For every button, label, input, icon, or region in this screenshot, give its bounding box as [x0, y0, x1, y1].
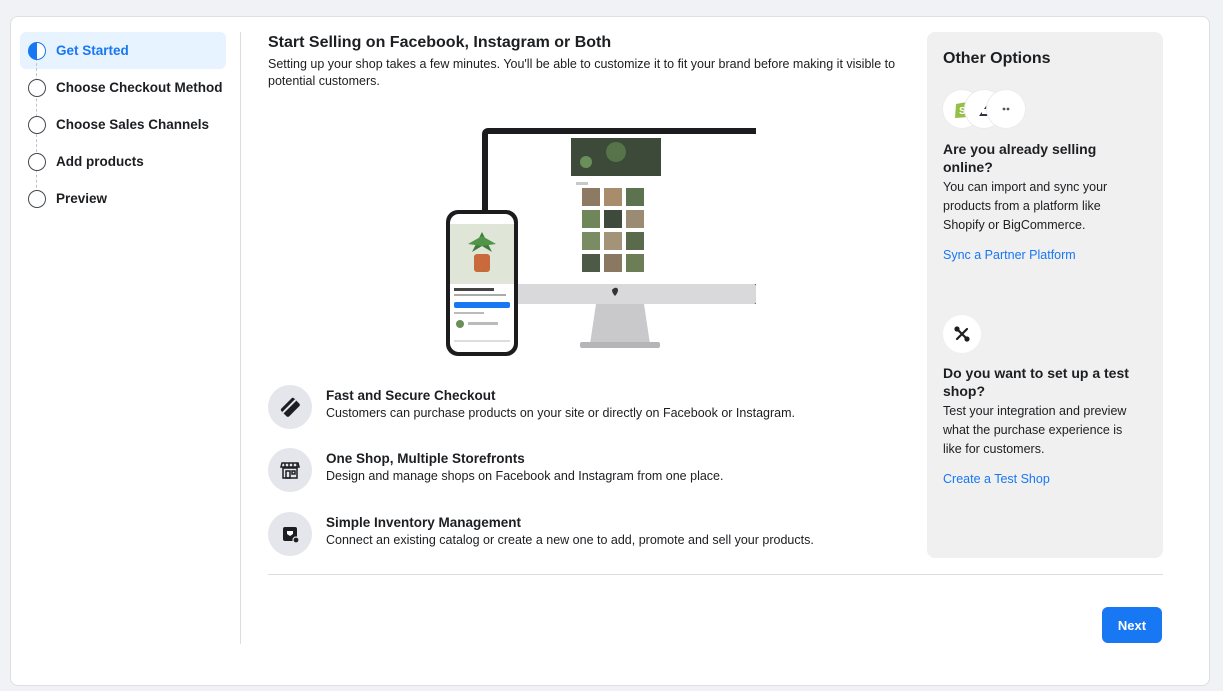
feature-description: Design and manage shops on Facebook and … — [326, 469, 724, 483]
feature-multiple-storefronts: One Shop, Multiple Storefronts Design an… — [268, 448, 918, 494]
step-choose-checkout-method[interactable]: Choose Checkout Method — [20, 69, 226, 106]
step-label: Choose Sales Channels — [56, 117, 210, 132]
sync-partner-platform-link[interactable]: Sync a Partner Platform — [943, 247, 1143, 264]
step-choose-sales-channels[interactable]: Choose Sales Channels — [20, 106, 226, 143]
feature-title: Simple Inventory Management — [326, 515, 522, 530]
create-test-shop-link[interactable]: Create a Test Shop — [943, 471, 1143, 488]
step-preview[interactable]: Preview — [20, 180, 226, 217]
footer-divider — [268, 574, 1163, 575]
tools-icon — [943, 315, 981, 353]
other-options-panel: Other Options S Are you already selling … — [927, 32, 1163, 558]
step-label: Add products — [56, 154, 144, 169]
feature-fast-checkout: Fast and Secure Checkout Customers can p… — [268, 385, 918, 431]
test-shop-description: Test your integration and preview what t… — [943, 404, 1127, 456]
step-label: Choose Checkout Method — [56, 80, 223, 95]
empty-circle-icon — [28, 115, 46, 134]
test-shop-section: Do you want to set up a test shop? Test … — [943, 364, 1143, 488]
test-shop-question: Do you want to set up a test shop? — [943, 365, 1129, 399]
sidebar-divider — [240, 32, 241, 644]
in-progress-icon — [28, 41, 46, 60]
hero-illustration — [436, 112, 762, 357]
setup-stepper: Get Started Choose Checkout Method Choos… — [20, 32, 226, 217]
empty-circle-icon — [28, 152, 46, 171]
storefront-icon — [268, 448, 312, 492]
feature-description: Customers can purchase products on your … — [326, 406, 795, 420]
more-platforms-icon — [987, 90, 1025, 128]
main-content: Start Selling on Facebook, Instagram or … — [268, 32, 918, 556]
feature-title: Fast and Secure Checkout — [326, 388, 496, 403]
empty-circle-icon — [28, 189, 46, 208]
selling-online-section: Are you already selling online? You can … — [943, 140, 1143, 264]
selling-description: You can import and sync your products fr… — [943, 180, 1108, 232]
step-get-started[interactable]: Get Started — [20, 32, 226, 69]
feature-title: One Shop, Multiple Storefronts — [326, 451, 525, 466]
next-button[interactable]: Next — [1102, 607, 1162, 643]
step-add-products[interactable]: Add products — [20, 143, 226, 180]
empty-circle-icon — [28, 78, 46, 97]
step-label: Preview — [56, 191, 108, 206]
selling-question: Are you already selling online? — [943, 141, 1097, 175]
feature-inventory-management: Simple Inventory Management Connect an e… — [268, 512, 918, 558]
card-icon — [268, 385, 312, 429]
panel-title: Other Options — [943, 50, 1051, 67]
partner-logos: S — [943, 90, 1025, 128]
inventory-icon — [268, 512, 312, 556]
devices-illustration — [446, 128, 762, 356]
page-subtitle: Setting up your shop takes a few minutes… — [268, 57, 896, 88]
feature-description: Connect an existing catalog or create a … — [326, 533, 814, 547]
step-label: Get Started — [56, 43, 129, 58]
page-title: Start Selling on Facebook, Instagram or … — [268, 34, 612, 51]
